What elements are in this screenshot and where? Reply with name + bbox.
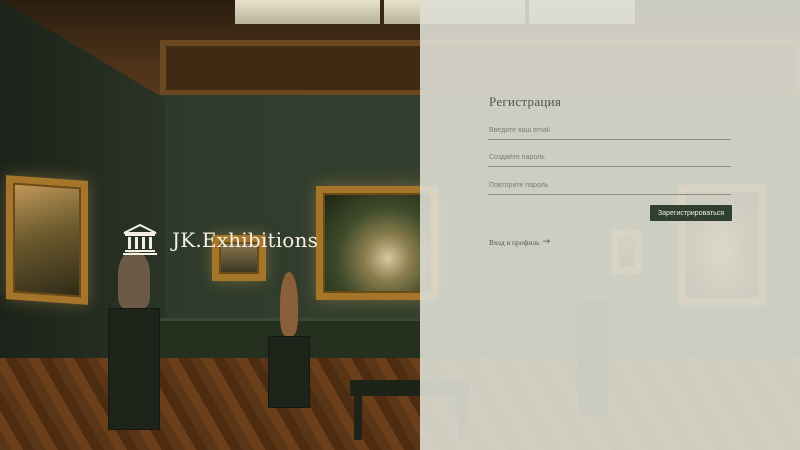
museum-icon — [123, 224, 157, 255]
brand-logo: JK.Exhibitions — [122, 224, 318, 256]
password-field[interactable] — [488, 149, 731, 167]
pedestal — [268, 336, 310, 408]
email-field[interactable] — [488, 122, 731, 140]
login-link[interactable]: Вход в профиль → — [489, 237, 551, 248]
arrow-right-icon: → — [542, 237, 551, 247]
painting-landscape — [6, 175, 88, 305]
confirm-password-field[interactable] — [488, 177, 731, 195]
registration-panel: Регистрация Зарегистрироваться Вход в пр… — [420, 0, 800, 450]
figure-sculpture — [280, 272, 298, 336]
login-link-label: Вход в профиль — [489, 238, 540, 247]
register-button[interactable]: Зарегистрироваться — [650, 205, 732, 221]
brand-name: JK.Exhibitions — [172, 228, 319, 252]
registration-title: Регистрация — [489, 94, 562, 109]
pedestal — [108, 308, 160, 430]
bust-sculpture — [118, 252, 150, 308]
